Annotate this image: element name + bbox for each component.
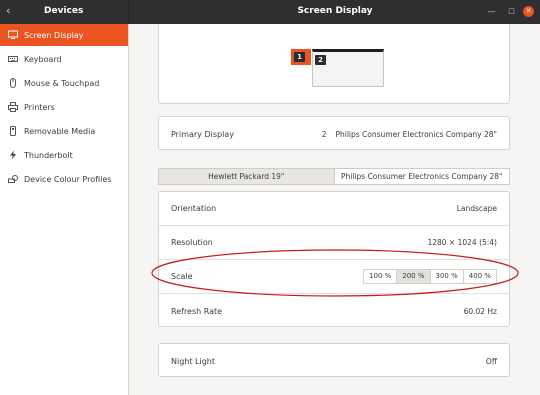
close-icon[interactable]: ✕ xyxy=(523,6,534,17)
media-icon xyxy=(8,126,18,136)
night-light-label: Night Light xyxy=(171,356,215,366)
maximize-icon[interactable]: □ xyxy=(506,6,517,17)
tab-hewlett-packard[interactable]: Hewlett Packard 19" xyxy=(158,168,335,185)
primary-display-row[interactable]: Primary Display 2 Philips Consumer Elect… xyxy=(159,117,509,151)
resolution-label: Resolution xyxy=(171,238,213,247)
sidebar-item-label: Mouse & Touchpad xyxy=(24,78,100,88)
sidebar-item-label: Removable Media xyxy=(24,126,96,136)
sidebar-item-label: Thunderbolt xyxy=(24,150,73,160)
printer-icon xyxy=(8,102,18,112)
monitor-1-badge: 1 xyxy=(294,52,305,62)
monitor-2-badge: 2 xyxy=(315,55,326,65)
sidebar-item-label: Printers xyxy=(24,102,55,112)
resolution-value: 1280 × 1024 (5:4) xyxy=(427,238,497,247)
primary-display-panel: Primary Display 2 Philips Consumer Elect… xyxy=(158,116,510,150)
sidebar-item-label: Device Colour Profiles xyxy=(24,174,112,184)
sidebar: Screen Display Keyboard Mouse & Touchpad… xyxy=(0,24,129,395)
sidebar-item-printers[interactable]: Printers xyxy=(0,96,128,118)
sidebar-item-label: Screen Display xyxy=(24,30,84,40)
primary-display-name: Philips Consumer Electronics Company 28" xyxy=(335,129,497,139)
minimize-icon[interactable]: — xyxy=(486,6,497,17)
titlebar-separator xyxy=(128,0,129,24)
refresh-rate-row[interactable]: Refresh Rate 60.02 Hz xyxy=(159,294,509,328)
sidebar-title: Devices xyxy=(44,6,84,16)
sidebar-item-thunderbolt[interactable]: Thunderbolt xyxy=(0,144,128,166)
night-light-value: Off xyxy=(485,356,497,366)
sidebar-item-removable-media[interactable]: Removable Media xyxy=(0,120,128,142)
sidebar-item-device-colour-profiles[interactable]: Device Colour Profiles xyxy=(0,168,128,190)
primary-display-label: Primary Display xyxy=(171,129,234,139)
sidebar-item-keyboard[interactable]: Keyboard xyxy=(0,48,128,70)
night-light-panel: Night Light Off xyxy=(158,343,510,377)
sidebar-item-mouse-touchpad[interactable]: Mouse & Touchpad xyxy=(0,72,128,94)
orientation-value: Landscape xyxy=(456,204,497,213)
tab-philips[interactable]: Philips Consumer Electronics Company 28" xyxy=(334,168,510,185)
orientation-label: Orientation xyxy=(171,204,217,213)
night-light-row[interactable]: Night Light Off xyxy=(159,344,509,378)
refresh-rate-value: 60.02 Hz xyxy=(463,306,497,316)
sidebar-item-label: Keyboard xyxy=(24,54,62,64)
colour-profile-icon xyxy=(8,174,18,184)
title-bar: ‹ Devices Screen Display — □ ✕ xyxy=(0,0,540,24)
primary-display-number: 2 xyxy=(321,129,327,139)
annotation-ellipse xyxy=(151,249,519,297)
back-chevron-icon[interactable]: ‹ xyxy=(6,4,10,17)
sidebar-item-screen-display[interactable]: Screen Display xyxy=(0,24,128,46)
window-title: Screen Display xyxy=(297,6,373,16)
keyboard-icon xyxy=(8,54,18,64)
display-arrangement-preview: 1 2 xyxy=(158,24,510,104)
refresh-rate-label: Refresh Rate xyxy=(171,306,223,316)
display-icon xyxy=(8,30,18,40)
thunderbolt-icon xyxy=(8,150,18,160)
orientation-row[interactable]: Orientation Landscape xyxy=(159,192,509,226)
monitor-tabs: Hewlett Packard 19" Philips Consumer Ele… xyxy=(158,168,510,185)
mouse-icon xyxy=(8,78,18,88)
